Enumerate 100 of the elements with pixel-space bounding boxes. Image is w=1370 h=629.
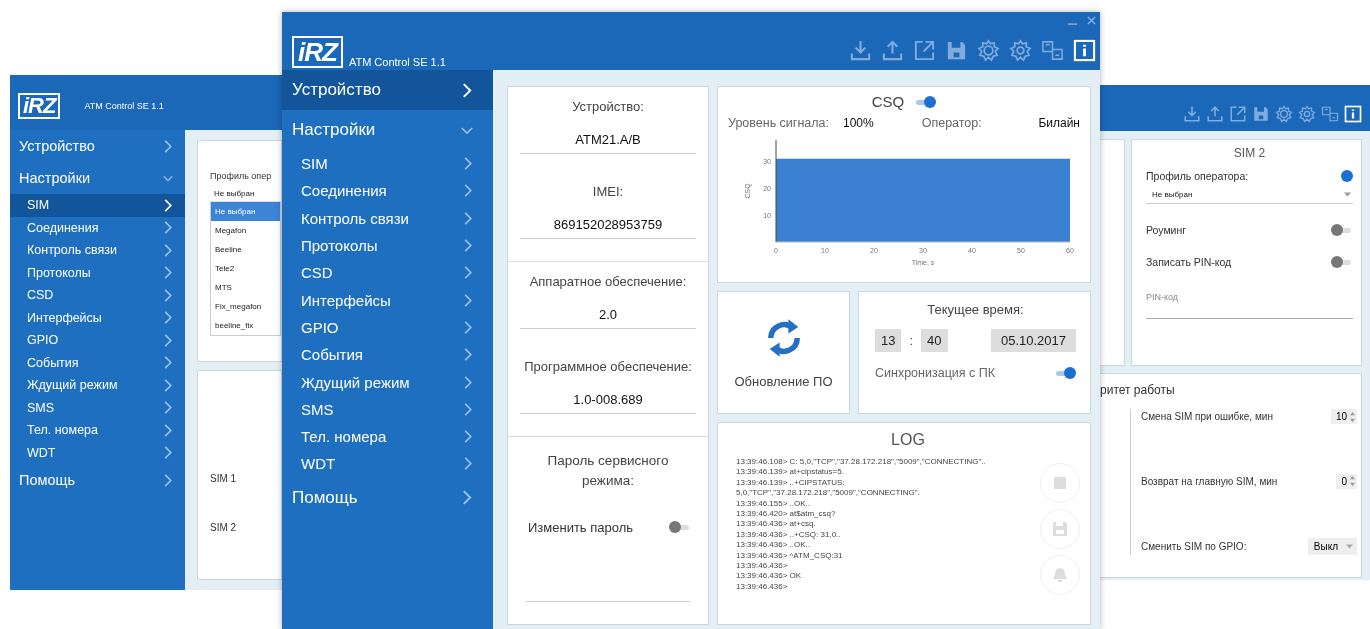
chevron-right-icon [463,293,473,307]
toggle-switch[interactable] [1331,224,1353,236]
nav-item[interactable]: GPIO [10,329,185,352]
nav-item[interactable]: Соединения [282,177,493,205]
log-line: 13:39:46.139> at+cipstatus=5. [736,467,845,478]
sim-cards-icon[interactable] [1041,39,1064,62]
nav-item[interactable]: Контроль связи [282,204,493,232]
log-line: 13:39:46.436> [736,581,789,593]
nav-item[interactable]: WDT [282,450,493,478]
add-button[interactable] [1341,170,1353,182]
nav-item[interactable]: GPIO [282,313,493,342]
log-line: 13:39:46.139> ..+CIPSTATUS: [736,477,846,489]
nav-item[interactable]: CSD [282,259,493,287]
nav-item[interactable]: WDT [10,441,185,464]
save-icon [1050,519,1070,539]
chevron-right-icon [463,402,473,416]
nav-item[interactable]: Интерфейсы [282,286,493,314]
dropdown-option[interactable]: Fix_megafon [211,297,280,316]
bell-button[interactable] [1040,555,1080,595]
stop-button[interactable] [1040,463,1080,503]
gear-icon[interactable] [1275,105,1293,123]
toggle-switch[interactable] [669,521,691,533]
dropdown-option[interactable]: Не выбран [211,202,280,221]
nav-item[interactable]: Тел. номера [10,419,185,442]
dropdown[interactable]: Не выбран [1146,182,1353,204]
nav-item[interactable]: Интерфейсы [10,306,185,329]
nav-item[interactable]: Настройки [282,110,493,150]
chevron-right-icon [163,243,173,257]
sim-cards-icon[interactable] [1321,105,1339,123]
nav-item[interactable]: Настройки [10,162,185,194]
chevron-right-icon [463,184,473,198]
info-icon[interactable] [1073,39,1096,62]
toggle-label: Изменить пароль [528,519,634,535]
field-label: Смена SIM при ошибке, мин [1141,411,1273,422]
panel-title: SIM 2 [1233,146,1266,160]
sim-label: SIM 1 [210,473,238,484]
logo: iRZ [292,36,343,68]
dropdown-option[interactable]: beeline_fix [211,316,280,335]
bell-icon [1050,565,1070,585]
spinner-arrows-icon[interactable] [1350,476,1355,486]
number-spinner[interactable]: 10 [1330,409,1357,424]
hours-field[interactable]: 13 [875,329,902,352]
log-line: 13:39:46.436> OK [736,571,803,582]
number-spinner[interactable]: 0 [1336,473,1357,489]
nav-item[interactable]: Соединения [10,216,185,239]
dropdown-option[interactable]: MTS [211,278,280,297]
date-field[interactable]: 05.10.2017 [990,329,1076,352]
close-icon[interactable] [1087,16,1096,25]
nav-item[interactable]: SMS [282,395,493,423]
nav-item[interactable]: SIM [10,194,185,217]
gear-icon[interactable] [1009,39,1032,62]
download-icon[interactable] [849,39,872,62]
app-title: ATM Control SE 1.1 [84,100,164,111]
toggle-switch[interactable] [914,95,937,108]
info-icon[interactable] [1344,105,1362,123]
save-icon[interactable] [1252,105,1270,123]
dropdown-option[interactable]: Tele2 [211,259,280,278]
nav-item[interactable]: События [282,341,493,369]
spinner-arrows-icon[interactable] [1350,411,1355,422]
nav-item[interactable]: CSD [10,284,185,307]
external-link-icon[interactable] [1229,105,1247,123]
nav-item[interactable]: Устройство [282,70,493,110]
nav-item[interactable]: Устройство [10,130,185,162]
external-link-icon[interactable] [913,39,936,62]
gear-icon[interactable] [1298,105,1316,123]
nav-item[interactable]: Ждущий режим [282,368,493,396]
toggle-switch[interactable] [1054,367,1076,379]
nav-item[interactable]: Протоколы [10,261,185,284]
save-button[interactable] [1040,509,1080,549]
update-button[interactable]: Обновление ПО [717,291,850,414]
dropdown-option[interactable]: Beeline [211,240,280,259]
save-icon[interactable] [945,39,968,62]
nav-item[interactable]: Контроль связи [10,239,185,262]
dropdown[interactable]: Выкл [1307,538,1357,555]
nav-item[interactable]: Протоколы [282,231,493,260]
chevron-right-icon [163,266,173,280]
upload-icon[interactable] [881,39,904,62]
nav-item[interactable]: Тел. номера [282,422,493,451]
nav-item[interactable]: SMS [10,396,185,419]
nav-item[interactable]: События [10,351,185,374]
log-line: 13:39:46.108> C: 5,0,"TCP","37.28.172.218","5009","CONNECTING".. [736,457,986,468]
pin-field[interactable]: PIN-код [1146,288,1353,319]
nav-item[interactable]: Ждущий режим [10,374,185,397]
minutes-field[interactable]: 40 [921,329,948,352]
nav-item[interactable]: Помощь [10,464,185,496]
sim-label: SIM 2 [210,522,238,533]
chevron-right-icon [163,401,173,415]
gear-icon[interactable] [977,39,1000,62]
nav-item[interactable]: Помощь [282,477,493,518]
field-label: IMEI: [592,184,624,199]
dropdown-option[interactable]: Megafon [211,221,280,240]
toggle-label: Роуминг [1146,224,1187,236]
log-line: 13:39:46.155> ..OK.. [736,498,812,510]
chevron-right-icon [461,490,473,506]
nav-item[interactable]: SIM [282,150,493,178]
chevron-right-icon [463,430,473,444]
toggle-switch[interactable] [1331,256,1353,268]
download-icon[interactable] [1183,105,1201,123]
log-line: 13:39:46.436> at+csq. [736,519,817,530]
upload-icon[interactable] [1206,105,1224,123]
